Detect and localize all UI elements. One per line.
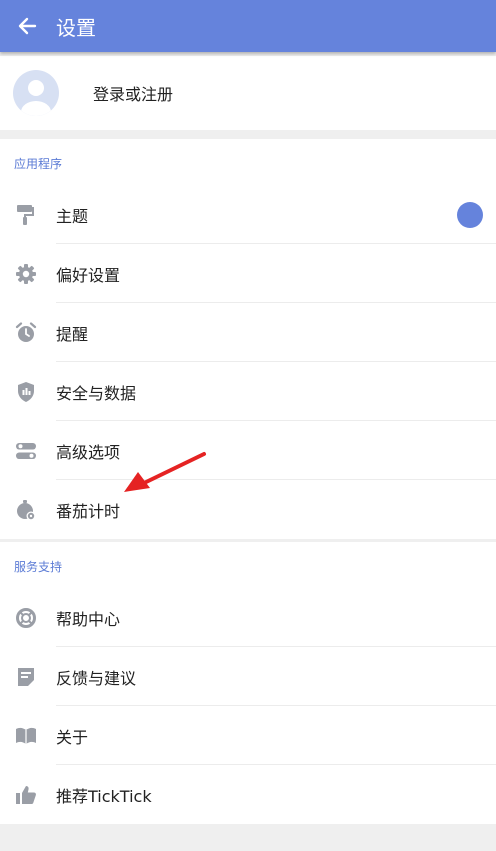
settings-item-about[interactable]: 关于 bbox=[0, 706, 496, 765]
settings-item-label: 高级选项 bbox=[56, 442, 121, 462]
settings-item-pomodoro[interactable]: 番茄计时 bbox=[0, 480, 496, 539]
settings-item-label: 关于 bbox=[56, 727, 89, 747]
pomodoro-timer-icon bbox=[14, 498, 38, 522]
settings-item-label: 番茄计时 bbox=[56, 501, 121, 521]
theme-color-swatch bbox=[457, 202, 483, 228]
login-register-label: 登录或注册 bbox=[93, 85, 174, 104]
app-bar: 设置 bbox=[0, 0, 496, 52]
avatar-icon bbox=[13, 70, 59, 116]
annotation-arrow-icon bbox=[124, 452, 206, 492]
shield-icon bbox=[14, 380, 38, 404]
settings-item-label: 反馈与建议 bbox=[56, 668, 137, 688]
paint-roller-icon bbox=[14, 203, 38, 227]
support-section: 服务支持 帮助中心 反馈与建议 关于 推荐TickTick bbox=[0, 542, 496, 824]
settings-item-label: 主题 bbox=[56, 206, 89, 226]
settings-item-security[interactable]: 安全与数据 bbox=[0, 362, 496, 421]
settings-item-feedback[interactable]: 反馈与建议 bbox=[0, 647, 496, 706]
settings-item-label: 偏好设置 bbox=[56, 265, 121, 285]
lifebuoy-icon bbox=[14, 606, 38, 630]
settings-item-label: 推荐TickTick bbox=[56, 786, 152, 806]
gear-icon bbox=[14, 262, 38, 286]
toggles-icon bbox=[14, 439, 38, 463]
feedback-icon bbox=[14, 665, 38, 689]
book-icon bbox=[14, 724, 38, 748]
settings-item-recommend[interactable]: 推荐TickTick bbox=[0, 765, 496, 824]
back-arrow-icon[interactable] bbox=[14, 13, 40, 39]
settings-item-label: 提醒 bbox=[56, 324, 89, 344]
section-title-app: 应用程序 bbox=[14, 157, 63, 171]
settings-item-help-center[interactable]: 帮助中心 bbox=[0, 588, 496, 647]
alarm-clock-icon bbox=[14, 321, 38, 345]
settings-item-reminders[interactable]: 提醒 bbox=[0, 303, 496, 362]
section-title-support: 服务支持 bbox=[14, 560, 63, 574]
settings-item-advanced[interactable]: 高级选项 bbox=[0, 421, 496, 480]
login-register-row[interactable]: 登录或注册 bbox=[0, 56, 496, 130]
settings-item-label: 安全与数据 bbox=[56, 383, 137, 403]
page-title: 设置 bbox=[56, 15, 96, 40]
settings-item-label: 帮助中心 bbox=[56, 609, 121, 629]
app-section: 应用程序 主题 偏好设置 提醒 安全与数据 高级选项 番茄计时 bbox=[0, 139, 496, 539]
thumbs-up-icon bbox=[14, 783, 38, 807]
settings-item-theme[interactable]: 主题 bbox=[0, 185, 496, 244]
settings-item-preferences[interactable]: 偏好设置 bbox=[0, 244, 496, 303]
